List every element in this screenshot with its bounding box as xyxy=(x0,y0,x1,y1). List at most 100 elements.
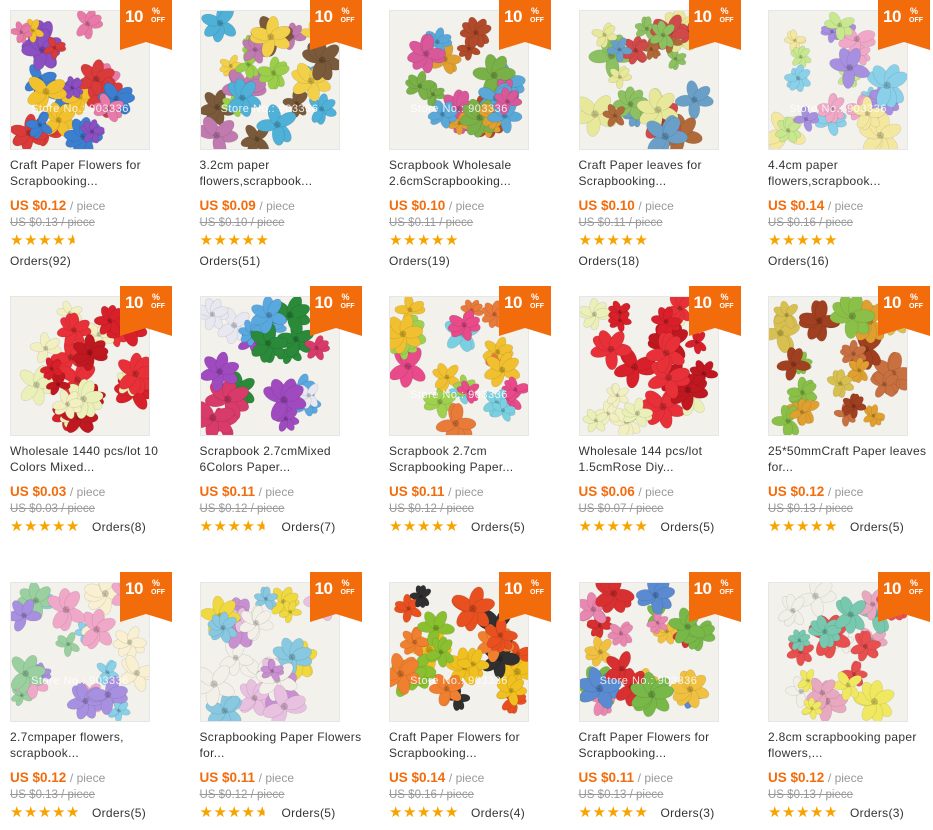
product-price: US $0.12 / piece xyxy=(768,770,933,786)
star-icon: ★ xyxy=(389,518,403,535)
orders-count[interactable]: Orders(5) xyxy=(471,520,525,534)
star-icon: ★ xyxy=(620,232,634,249)
product-card[interactable]: Store No.: 903336 10% OFF 4.4cm paper flowe… xyxy=(768,0,933,286)
orders-count[interactable]: Orders(19) xyxy=(389,254,569,268)
star-icon: ★ xyxy=(768,232,782,249)
product-card[interactable]: 10% OFF 25*50mmCraft Paper leaves for... US… xyxy=(768,286,933,572)
product-card[interactable]: Store No.: 903336 10% OFF Scrapbook Wholesa… xyxy=(389,0,569,286)
original-price: US $0.11 / piece xyxy=(578,217,663,229)
discount-percent-sign: % xyxy=(341,578,350,588)
product-price: US $0.03 / piece xyxy=(10,484,190,500)
product-card[interactable]: 10% OFF Wholesale 144 pcs/lot 1.5cmRose Di… xyxy=(578,286,759,572)
star-icon: ★ xyxy=(241,518,255,535)
star-rating: ★ ★ ★ ★ ★ xyxy=(579,232,649,249)
discount-percent: 10 xyxy=(883,293,901,312)
star-icon: ★ xyxy=(52,804,66,821)
star-icon: ★ xyxy=(403,518,417,535)
store-watermark: Store No.: 903336 xyxy=(410,675,508,687)
orders-count[interactable]: Orders(3) xyxy=(661,806,715,820)
discount-percent: 10 xyxy=(314,293,333,312)
discount-off-label: OFF xyxy=(530,589,544,596)
star-icon: ★ xyxy=(431,518,445,535)
star-icon: ★ xyxy=(634,232,648,249)
product-price: US $0.09 / piece xyxy=(200,198,380,214)
product-title-link[interactable]: Scrapbooking Paper Flowers for... xyxy=(200,729,375,761)
discount-badge: 10% OFF xyxy=(120,572,172,622)
discount-percent-sign: % xyxy=(720,578,729,588)
product-grid: Store No.: 903336 10% OFF Craft Paper Flowe… xyxy=(0,0,933,830)
orders-count[interactable]: Orders(5) xyxy=(92,806,146,820)
star-icon: ★ xyxy=(10,804,24,821)
rating-row: ★ ★ ★ ★ ★ xyxy=(579,232,759,250)
orders-count[interactable]: Orders(7) xyxy=(282,520,336,534)
star-icon: ★ xyxy=(445,518,459,535)
product-title-link[interactable]: 3.2cm paper flowers,scrapbook... xyxy=(200,157,375,189)
price-unit: / piece xyxy=(258,771,295,785)
product-card[interactable]: Store No.: 903336 10% OFF Scrapbook 2.7cm S… xyxy=(389,286,569,572)
product-card[interactable]: 10% OFF Scrapbooking Paper Flowers for... U… xyxy=(199,572,380,830)
orders-count[interactable]: Orders(5) xyxy=(850,520,904,534)
star-rating: ★ ★ ★ ★ ★ xyxy=(200,233,270,248)
product-title-link[interactable]: 2.7cmpaper flowers, scrapbook... xyxy=(10,729,185,761)
product-title-link[interactable]: Craft Paper leaves for Scrapbooking... xyxy=(579,157,754,189)
orders-count[interactable]: Orders(5) xyxy=(282,806,336,820)
rating-row: ★ ★ ★ ★ ★ Orders(7) xyxy=(200,518,380,536)
product-title-link[interactable]: Scrapbook 2.7cm Scrapbooking Paper... xyxy=(389,443,564,475)
product-card[interactable]: 10% OFF 2.8cm scrapbooking paper flowers,.… xyxy=(768,572,933,830)
product-card[interactable]: Store No.: 903336 10% OFF Craft Paper Flowe… xyxy=(10,0,190,286)
product-title-link[interactable]: Wholesale 1440 pcs/lot 10 Colors Mixed..… xyxy=(10,443,185,475)
star-icon: ★ xyxy=(824,804,838,821)
star-icon: ★ xyxy=(10,232,24,249)
product-card[interactable]: 10% OFF Craft Paper leaves for Scrapbookin… xyxy=(578,0,759,286)
product-card[interactable]: Store No.: 903336 10% OFF Craft Paper Flowe… xyxy=(578,572,759,830)
product-title-link[interactable]: 25*50mmCraft Paper leaves for... xyxy=(768,443,933,475)
product-title-link[interactable]: 2.8cm scrapbooking paper flowers,... xyxy=(768,729,933,761)
product-card[interactable]: Store No.: 903336 10% OFF 3.2cm paper flowe… xyxy=(199,0,380,286)
orders-count[interactable]: Orders(16) xyxy=(768,254,933,268)
product-title-link[interactable]: Craft Paper Flowers for Scrapbooking... xyxy=(10,157,185,189)
orders-count[interactable]: Orders(4) xyxy=(471,806,525,820)
star-icon: ★ xyxy=(606,232,620,249)
rating-row: ★ ★ ★ ★ ★ Orders(4) xyxy=(389,804,569,822)
original-price: US $0.16 / piece xyxy=(389,789,475,801)
discount-percent-sign: % xyxy=(910,578,919,588)
discount-off-label: OFF xyxy=(340,303,355,310)
product-title-link[interactable]: Craft Paper Flowers for Scrapbooking... xyxy=(579,729,754,761)
star-icon: ★ xyxy=(52,232,66,249)
orders-count[interactable]: Orders(3) xyxy=(850,806,904,820)
price-amount: US $0.11 xyxy=(389,484,445,499)
star-rating: ★ ★ ★ ★ ★ xyxy=(10,232,80,249)
product-title-link[interactable]: Wholesale 144 pcs/lot 1.5cmRose Diy... xyxy=(579,443,754,475)
discount-off-label: OFF xyxy=(909,303,923,310)
star-icon: ★ xyxy=(255,518,269,535)
product-card[interactable]: Store No.: 903336 10% OFF Craft Paper Flowe… xyxy=(389,572,569,830)
star-icon: ★ xyxy=(768,518,782,535)
product-title-link[interactable]: 4.4cm paper flowers,scrapbook... xyxy=(768,157,933,189)
product-title-link[interactable]: Scrapbook 2.7cmMixed 6Colors Paper... xyxy=(200,443,375,475)
discount-percent-sign: % xyxy=(910,292,919,302)
store-watermark: Store No.: 903336 xyxy=(410,389,508,401)
orders-count[interactable]: Orders(8) xyxy=(92,520,146,534)
orders-count[interactable]: Orders(18) xyxy=(579,254,759,268)
product-card[interactable]: 10% OFF Wholesale 1440 pcs/lot 10 Colors M… xyxy=(10,286,190,572)
rating-row: ★ ★ ★ ★ ★ Orders(3) xyxy=(579,804,759,822)
product-card[interactable]: 10% OFF Scrapbook 2.7cmMixed 6Colors Paper… xyxy=(199,286,380,572)
product-card[interactable]: Store No.: 903336 10% OFF 2.7cmpaper flower… xyxy=(10,572,190,830)
discount-percent-sign: % xyxy=(531,578,540,588)
orders-count[interactable]: Orders(92) xyxy=(10,254,190,268)
product-title-link[interactable]: Craft Paper Flowers for Scrapbooking... xyxy=(389,729,564,761)
product-price: US $0.11 / piece xyxy=(389,484,569,500)
discount-percent: 10 xyxy=(504,293,522,312)
price-unit: / piece xyxy=(827,485,864,499)
star-icon: ★ xyxy=(445,804,459,821)
orders-count[interactable]: Orders(51) xyxy=(200,254,380,268)
star-icon: ★ xyxy=(620,518,634,535)
product-title-link[interactable]: Scrapbook Wholesale 2.6cmScrapbooking... xyxy=(389,157,564,189)
star-icon: ★ xyxy=(403,232,417,249)
product-price: US $0.06 / piece xyxy=(579,484,759,500)
star-rating: ★ ★ ★ ★ ★ xyxy=(579,518,649,535)
star-icon: ★ xyxy=(824,518,838,535)
discount-percent: 10 xyxy=(883,7,901,26)
star-icon: ★ xyxy=(199,518,213,535)
orders-count[interactable]: Orders(5) xyxy=(661,520,715,534)
